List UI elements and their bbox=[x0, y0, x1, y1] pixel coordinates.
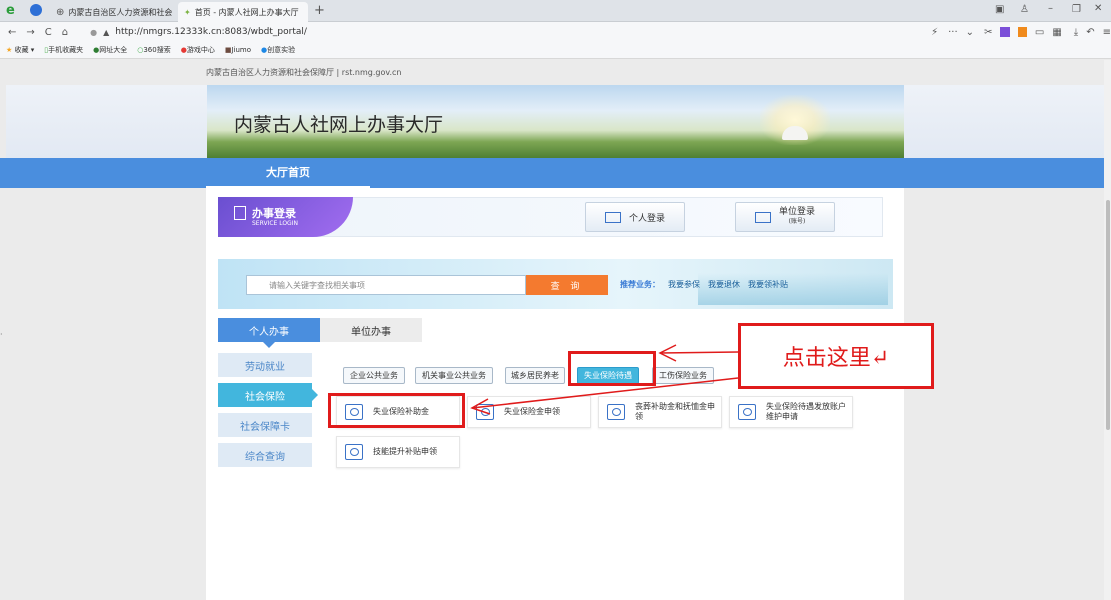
arrow-line bbox=[471, 377, 739, 409]
annotation-callout: 点击这里↵ bbox=[738, 323, 934, 389]
annotation-arrows bbox=[470, 344, 739, 415]
arrow-line bbox=[659, 351, 739, 354]
edge-mark: · bbox=[0, 330, 3, 339]
